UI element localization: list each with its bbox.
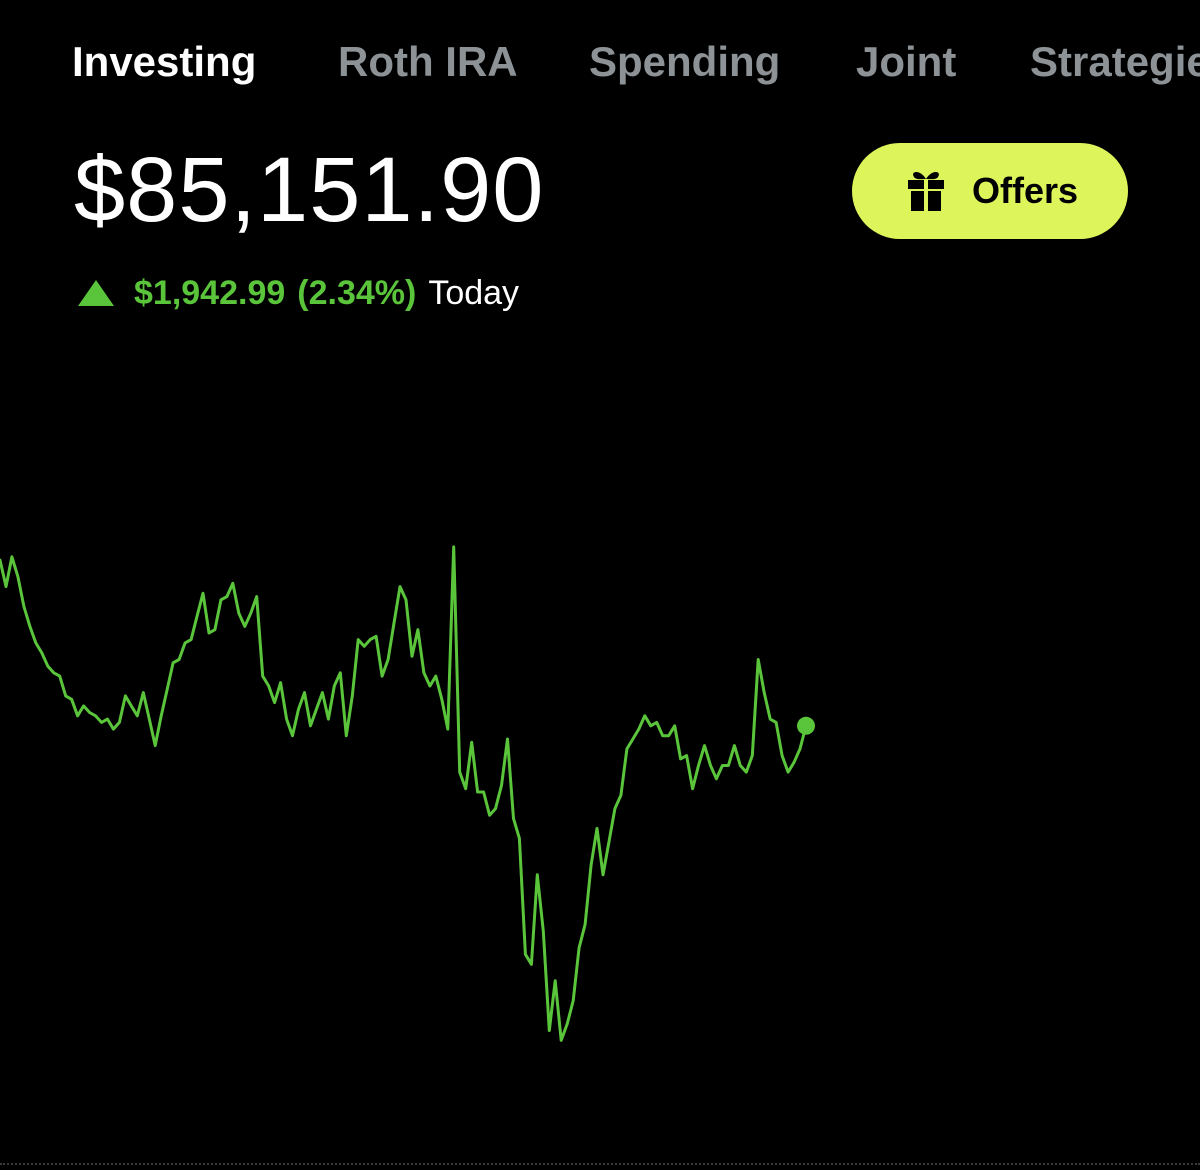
offers-button[interactable]: Offers <box>852 143 1128 239</box>
current-value-marker <box>797 716 815 735</box>
tab-strategies[interactable]: Strategies <box>1030 38 1200 86</box>
tab-spending[interactable]: Spending <box>589 38 780 86</box>
tab-investing[interactable]: Investing <box>72 38 256 86</box>
portfolio-balance: $85,151.90 <box>74 139 545 241</box>
gift-icon <box>907 172 944 211</box>
change-period: Today <box>428 274 520 312</box>
daily-change: $1,942.99 (2.34%) Today <box>78 274 519 313</box>
baseline-divider <box>0 1163 1200 1165</box>
portfolio-line <box>0 545 808 1042</box>
change-percent: (2.34%) <box>297 274 417 312</box>
tab-joint[interactable]: Joint <box>856 38 956 86</box>
up-arrow-icon <box>78 279 114 306</box>
change-amount: $1,942.99 <box>134 274 286 312</box>
offers-label: Offers <box>971 170 1079 211</box>
tab-roth-ira[interactable]: Roth IRA <box>338 38 518 86</box>
